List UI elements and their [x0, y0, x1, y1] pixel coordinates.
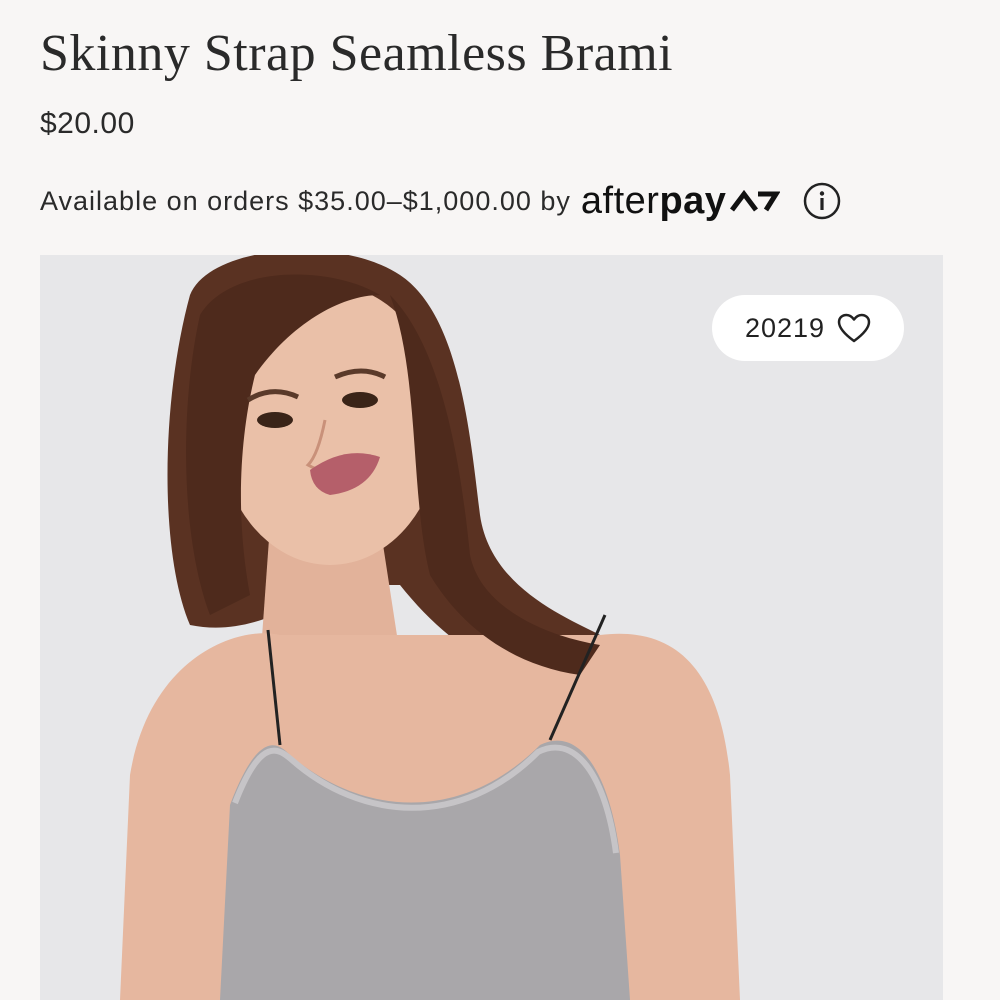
product-price: $20.00 — [40, 107, 135, 140]
product-title: Skinny Strap Seamless Brami — [40, 25, 674, 82]
info-icon[interactable] — [802, 181, 842, 221]
heart-icon — [837, 313, 871, 343]
like-button[interactable]: 20219 — [712, 295, 904, 361]
afterpay-arrows-icon — [730, 189, 781, 212]
like-count: 20219 — [744, 312, 826, 343]
afterpay-row: Available on orders $35.00–$1,000.00 by … — [40, 178, 842, 224]
afterpay-logo-after: after — [580, 179, 660, 222]
product-photo — [40, 255, 943, 1000]
product-image[interactable]: 20219 — [40, 255, 943, 1000]
afterpay-logo-pay: pay — [659, 179, 727, 222]
afterpay-text: Available on orders $35.00–$1,000.00 by — [40, 185, 571, 216]
afterpay-logo: after pay — [581, 180, 781, 223]
